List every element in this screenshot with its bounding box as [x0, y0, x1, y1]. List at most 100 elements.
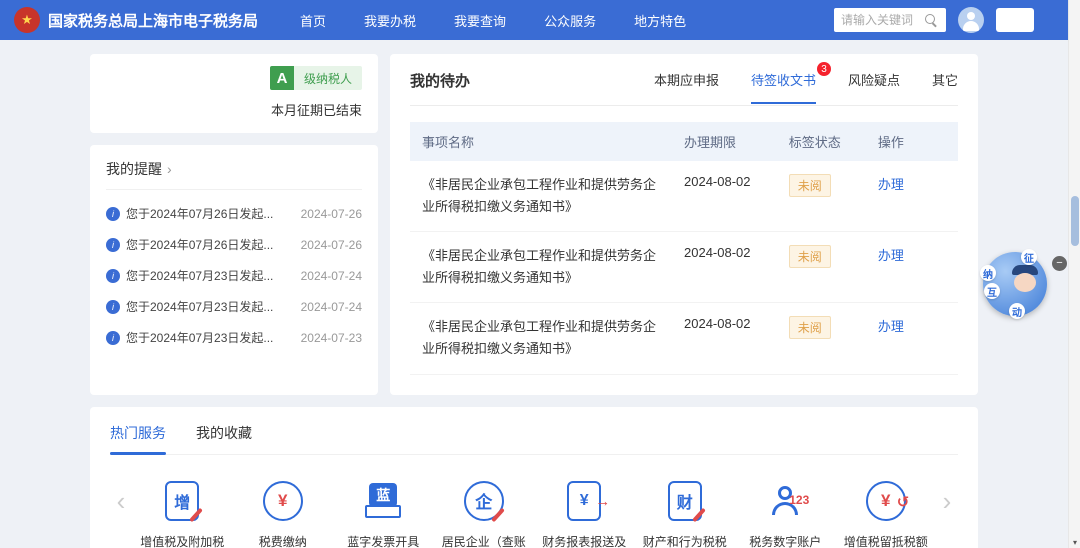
tab-my-favorites[interactable]: 我的收藏 [196, 423, 252, 454]
todo-tabs: 本期应申报 待签收文书 3 风险疑点 其它 [654, 70, 958, 103]
handle-link[interactable]: 办理 [878, 248, 904, 263]
tax-payment-icon: ¥ [236, 477, 331, 525]
vat-declaration-icon: 增 [135, 477, 230, 525]
nav-item-public-services[interactable]: 公众服务 [544, 11, 596, 30]
info-icon: i [106, 331, 120, 345]
services-card: 热门服务 我的收藏 ‹ 增 增值税及附加税费申报（一般... ¥ 税费缴纳 [90, 407, 978, 548]
row-action: 办理 [878, 174, 946, 193]
reminder-text: 您于2024年07月23日发起... [126, 267, 293, 284]
status-badge: 未阅 [789, 316, 831, 339]
service-digital-account[interactable]: 123 税务数字账户 [735, 477, 836, 548]
minimize-mascot-button[interactable]: − [1052, 256, 1067, 271]
row-status: 未阅 [789, 174, 878, 197]
table-row: 《非居民企业承包工程作业和提供劳务企业所得税扣缴义务通知书》 2024-08-0… [410, 303, 958, 374]
row-deadline: 2024-08-02 [684, 245, 789, 260]
tab-risk-points[interactable]: 风险疑点 [848, 70, 900, 103]
tab-other[interactable]: 其它 [932, 70, 958, 103]
chevron-left-icon[interactable]: ‹ [110, 477, 132, 525]
icon-char: ¥ [263, 481, 303, 521]
reminder-date: 2024-07-24 [301, 269, 362, 283]
user-avatar[interactable] [958, 7, 984, 33]
service-label: 税费缴纳 [236, 533, 331, 548]
main-nav: 首页 我要办税 我要查询 公众服务 地方特色 [300, 11, 686, 30]
navbar-right [834, 7, 1034, 33]
info-icon: i [106, 300, 120, 314]
site-title: 国家税务总局上海市电子税务局 [48, 10, 258, 31]
service-label: 居民企业（查账征收）企业所... [437, 533, 532, 548]
brand[interactable]: ★ 国家税务总局上海市电子税务局 [14, 7, 258, 33]
reminder-date: 2024-07-26 [301, 238, 362, 252]
service-blue-invoice[interactable]: 蓝 蓝字发票开具 [333, 477, 434, 548]
service-label: 财产和行为税税源采集及合并... [638, 533, 733, 548]
icon-char: 蓝 [369, 483, 397, 507]
interaction-mascot[interactable]: 征 纳 互 动 [983, 252, 1047, 316]
tab-current-declaration[interactable]: 本期应申报 [654, 70, 719, 103]
header-deadline: 办理期限 [684, 132, 789, 151]
digits-icon: 123 [789, 493, 809, 507]
row-deadline: 2024-08-02 [684, 174, 789, 189]
row-status: 未阅 [789, 316, 878, 339]
nav-item-local-features[interactable]: 地方特色 [634, 11, 686, 30]
tab-documents-to-sign[interactable]: 待签收文书 3 [751, 70, 816, 103]
service-vat-declaration[interactable]: 增 增值税及附加税费申报（一般... [132, 477, 233, 548]
page-scrollbar: ▾ [1068, 0, 1080, 548]
mascot-bubble: 征 [1021, 249, 1037, 265]
mascot-face [1014, 273, 1036, 292]
reminder-item[interactable]: i 您于2024年07月23日发起... 2024-07-24 [106, 291, 362, 322]
national-emblem-logo: ★ [14, 7, 40, 33]
left-column: A 级纳税人 本月征期已结束 我的提醒 › i 您于2024年07月26日发起.… [90, 54, 378, 395]
service-resident-enterprise-tax[interactable]: 企 居民企业（查账征收）企业所... [434, 477, 535, 548]
reminders-header[interactable]: 我的提醒 › [106, 159, 362, 190]
service-property-behavior-tax[interactable]: 财 财产和行为税税源采集及合并... [635, 477, 736, 548]
services-tabs: 热门服务 我的收藏 [110, 423, 958, 455]
reminder-item[interactable]: i 您于2024年07月26日发起... 2024-07-26 [106, 198, 362, 229]
arrow-right-icon: → [595, 493, 610, 510]
taxpayer-grade-card: A 级纳税人 本月征期已结束 [90, 54, 378, 133]
tab-hot-services[interactable]: 热门服务 [110, 423, 166, 454]
mascot-bubble: 动 [1009, 303, 1025, 319]
row-deadline: 2024-08-02 [684, 316, 789, 331]
nav-item-tax-handling[interactable]: 我要办税 [364, 11, 416, 30]
handle-link[interactable]: 办理 [878, 319, 904, 334]
row-status: 未阅 [789, 245, 878, 268]
service-label: 增值税及附加税费申报（一般... [135, 533, 230, 548]
table-row: 《非居民企业承包工程作业和提供劳务企业所得税扣缴义务通知书》 2024-08-0… [410, 232, 958, 303]
vat-refund-icon: ¥ ↺ [839, 477, 934, 525]
todo-title: 我的待办 [410, 70, 470, 105]
scrollbar-thumb[interactable] [1071, 196, 1079, 246]
tab-label: 待签收文书 [751, 73, 816, 88]
table-header-row: 事项名称 办理期限 标签状态 操作 [410, 122, 958, 161]
chevron-right-icon[interactable]: › [936, 477, 958, 525]
mascot-bubble: 互 [984, 283, 1000, 299]
reminder-date: 2024-07-23 [301, 331, 362, 345]
user-menu-chip[interactable] [996, 8, 1034, 32]
reminder-item[interactable]: i 您于2024年07月26日发起... 2024-07-26 [106, 229, 362, 260]
reminder-item[interactable]: i 您于2024年07月23日发起... 2024-07-23 [106, 322, 362, 353]
service-vat-credit-refund[interactable]: ¥ ↺ 增值税留抵税额退税 [836, 477, 937, 548]
property-tax-icon: 财 [638, 477, 733, 525]
search-box[interactable] [834, 8, 946, 32]
grade-label: 级纳税人 [294, 66, 362, 90]
header-tag-status: 标签状态 [789, 132, 878, 151]
enterprise-tax-icon: 企 [437, 477, 532, 525]
table-row: 《非居民企业承包工程作业和提供劳务企业所得税扣缴义务通知书》 2024-08-0… [410, 161, 958, 232]
reminder-item[interactable]: i 您于2024年07月23日发起... 2024-07-24 [106, 260, 362, 291]
main-content: A 级纳税人 本月征期已结束 我的提醒 › i 您于2024年07月26日发起.… [0, 40, 978, 548]
row-item-name: 《非居民企业承包工程作业和提供劳务企业所得税扣缴义务通知书》 [422, 245, 684, 289]
row-action: 办理 [878, 245, 946, 264]
person-icon [967, 12, 975, 20]
todo-table: 事项名称 办理期限 标签状态 操作 《非居民企业承包工程作业和提供劳务企业所得税… [410, 122, 958, 375]
reminders-title: 我的提醒 [106, 159, 162, 179]
service-tax-payment[interactable]: ¥ 税费缴纳 [233, 477, 334, 548]
taxpayer-grade-badge: A 级纳税人 [106, 66, 362, 90]
nav-item-home[interactable]: 首页 [300, 11, 326, 30]
search-icon[interactable] [925, 14, 937, 26]
handle-link[interactable]: 办理 [878, 177, 904, 192]
search-input[interactable] [841, 13, 925, 27]
scroll-down-arrow[interactable]: ▾ [1069, 538, 1080, 547]
nav-item-query[interactable]: 我要查询 [454, 11, 506, 30]
service-financial-statements[interactable]: ¥ → 财务报表报送及更正 [534, 477, 635, 548]
financial-statements-icon: ¥ → [537, 477, 632, 525]
reminder-date: 2024-07-26 [301, 207, 362, 221]
chevron-right-icon: › [167, 161, 172, 177]
